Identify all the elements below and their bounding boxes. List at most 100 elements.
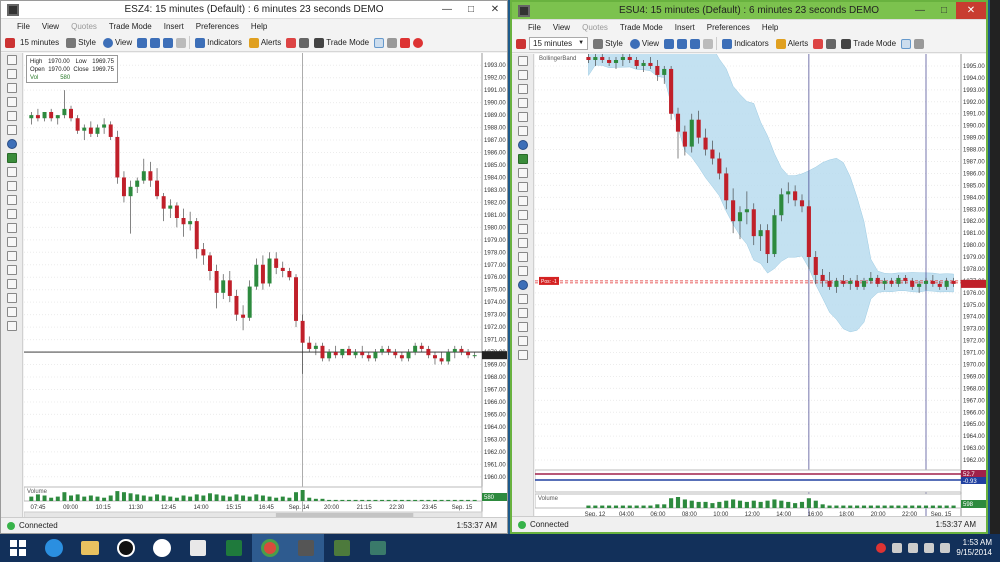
zoom-icon[interactable]	[690, 38, 701, 49]
rect-tool[interactable]	[517, 266, 528, 276]
cursor-icon[interactable]	[901, 38, 912, 49]
text-tool[interactable]	[517, 126, 528, 136]
volume-icon[interactable]	[940, 543, 951, 553]
vline-tool[interactable]	[517, 112, 528, 122]
close-button[interactable]: ✕	[956, 2, 986, 19]
frame-tool[interactable]	[517, 350, 528, 360]
hline-tool[interactable]	[517, 98, 528, 108]
zoom-in-icon[interactable]	[664, 38, 675, 49]
wave-tool[interactable]	[6, 167, 17, 177]
lock-tool[interactable]	[517, 322, 528, 332]
indicators-button[interactable]: Indicators	[193, 37, 244, 48]
lock-tool[interactable]	[6, 293, 17, 303]
alerts-button[interactable]: Alerts	[247, 37, 283, 48]
internet-explorer-button[interactable]	[36, 534, 72, 562]
ellipse-tool[interactable]	[6, 139, 17, 149]
hp-app-button[interactable]	[144, 534, 180, 562]
frame-tool[interactable]	[6, 321, 17, 331]
menu-quotes[interactable]: Quotes	[65, 22, 103, 31]
left-chart-window[interactable]: ESZ4: 15 minutes (Default) : 6 minutes 2…	[0, 0, 508, 534]
pen-tool[interactable]	[6, 237, 17, 247]
image-tool[interactable]	[517, 294, 528, 304]
left-titlebar[interactable]: ESZ4: 15 minutes (Default) : 6 minutes 2…	[1, 1, 507, 19]
trading-app-1-button[interactable]	[288, 534, 324, 562]
print-icon[interactable]	[703, 38, 714, 49]
alerts-button[interactable]: Alerts	[774, 38, 810, 49]
delete-tool[interactable]	[517, 308, 528, 318]
office-grid-button[interactable]	[180, 534, 216, 562]
arrow-tool[interactable]	[6, 153, 17, 163]
right-titlebar[interactable]: ESU4: 15 minutes (Default) : 6 minutes 2…	[512, 2, 986, 20]
trade-mode-button[interactable]: Trade Mode	[312, 37, 371, 48]
excel-button[interactable]	[216, 534, 252, 562]
menu-insert[interactable]: Insert	[669, 23, 701, 32]
cursor-icon[interactable]	[374, 37, 385, 48]
crosshair-icon[interactable]	[914, 38, 925, 49]
line-tool[interactable]	[517, 70, 528, 80]
magnet-tool[interactable]	[517, 336, 528, 346]
menu-view[interactable]: View	[36, 22, 65, 31]
channel-tool[interactable]	[517, 182, 528, 192]
menu-trade-mode[interactable]: Trade Mode	[614, 23, 669, 32]
menu-help[interactable]: Help	[756, 23, 784, 32]
photo-app-button[interactable]	[360, 534, 396, 562]
flag-icon[interactable]	[892, 543, 903, 553]
interval-select[interactable]: 15 minutes	[18, 38, 61, 47]
fib-tool[interactable]	[517, 210, 528, 220]
ray-tool[interactable]	[6, 83, 17, 93]
menu-help[interactable]: Help	[245, 22, 273, 31]
style-button[interactable]: Style	[64, 37, 98, 48]
right-price-chart[interactable]: 1995.00 1994.00 1993.00 1992.00 1991.00 1990.…	[535, 54, 987, 516]
clock[interactable]: 1:53 AM 9/15/2014	[956, 538, 992, 558]
tools-icon[interactable]	[299, 37, 310, 48]
gann-tool[interactable]	[517, 224, 528, 234]
pen-tool[interactable]	[517, 238, 528, 248]
select-tool[interactable]	[517, 56, 528, 66]
style-button[interactable]: Style	[591, 38, 625, 49]
right-chart-window[interactable]: ESU4: 15 minutes (Default) : 6 minutes 2…	[510, 0, 988, 534]
line-tool[interactable]	[6, 69, 17, 79]
channel-tool[interactable]	[6, 181, 17, 191]
trading-app-2-button[interactable]	[324, 534, 360, 562]
close-button[interactable]: ✕	[483, 1, 507, 18]
menu-preferences[interactable]: Preferences	[701, 23, 756, 32]
tools-icon[interactable]	[826, 38, 837, 49]
menu-insert[interactable]: Insert	[158, 22, 190, 31]
left-chart-area[interactable]: 1993.00 1992.00 1991.00 1990.00 1989.00 1988.…	[24, 53, 507, 517]
minimize-button[interactable]: —	[435, 1, 459, 18]
zoom-icon[interactable]	[163, 37, 174, 48]
menu-quotes[interactable]: Quotes	[576, 23, 614, 32]
hline-tool[interactable]	[6, 97, 17, 107]
file-explorer-button[interactable]	[72, 534, 108, 562]
pin-icon[interactable]	[5, 37, 15, 48]
fib-tool[interactable]	[6, 209, 17, 219]
menu-trade-mode[interactable]: Trade Mode	[103, 22, 158, 31]
maximize-button[interactable]: □	[932, 2, 956, 19]
view-button[interactable]: View	[101, 37, 134, 48]
brush-tool[interactable]	[517, 252, 528, 262]
delete-tool[interactable]	[6, 279, 17, 289]
view-button[interactable]: View	[628, 38, 661, 49]
pitchfork-tool[interactable]	[517, 196, 528, 206]
media-app-button[interactable]	[108, 534, 144, 562]
arrow-tool[interactable]	[517, 154, 528, 164]
color-icon[interactable]	[286, 37, 297, 48]
target-icon[interactable]	[413, 37, 424, 48]
trade-mode-button[interactable]: Trade Mode	[839, 38, 898, 49]
brush-tool[interactable]	[6, 251, 17, 261]
left-price-chart[interactable]: 1993.00 1992.00 1991.00 1990.00 1989.00 1988.…	[24, 53, 508, 517]
crosshair-icon[interactable]	[387, 37, 398, 48]
network-icon[interactable]	[924, 543, 935, 553]
start-button[interactable]	[0, 534, 36, 562]
zoom-in-icon[interactable]	[137, 37, 148, 48]
minimize-button[interactable]: —	[908, 2, 932, 19]
chrome-button[interactable]	[252, 534, 288, 562]
pitchfork-tool[interactable]	[6, 195, 17, 205]
zoom-out-icon[interactable]	[677, 38, 688, 49]
maximize-button[interactable]: □	[459, 1, 483, 18]
battery-icon[interactable]	[908, 543, 919, 553]
select-tool[interactable]	[6, 55, 17, 65]
color-icon[interactable]	[813, 38, 824, 49]
menu-file[interactable]: File	[11, 22, 36, 31]
right-chart-area[interactable]: 1995.00 1994.00 1993.00 1992.00 1991.00 1990.…	[535, 54, 986, 516]
